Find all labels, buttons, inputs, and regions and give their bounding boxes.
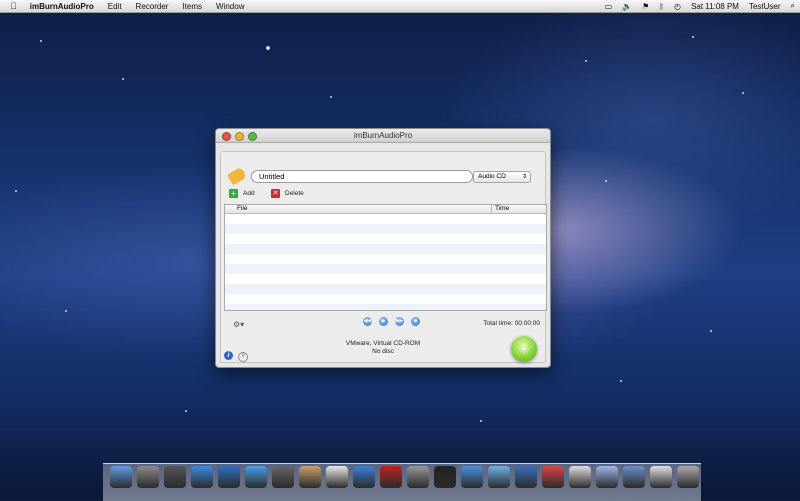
add-button[interactable]: + Add	[229, 189, 255, 198]
mission-control-icon[interactable]	[164, 466, 186, 488]
gear-icon[interactable]: ⚙▾	[233, 320, 244, 329]
address-book-icon[interactable]	[299, 466, 321, 488]
close-window-button[interactable]	[222, 132, 231, 141]
finder-icon[interactable]	[110, 466, 132, 488]
rewind-icon[interactable]: ◀◀	[363, 317, 372, 326]
downloads-icon[interactable]	[596, 466, 618, 488]
table-row[interactable]	[225, 274, 546, 284]
device-name: VMware, Virtual CD-ROM	[345, 340, 421, 347]
delete-button[interactable]: ✕ Delete	[271, 189, 304, 198]
document-icon[interactable]	[569, 466, 591, 488]
system-preferences-icon[interactable]	[407, 466, 429, 488]
photo-booth-icon[interactable]	[380, 466, 402, 488]
safari-icon[interactable]	[245, 466, 267, 488]
select-arrows-icon: ⇕	[521, 174, 527, 180]
menu-items[interactable]: Items	[175, 2, 209, 11]
project-name-field[interactable]: Untitled	[251, 170, 473, 183]
burn-button[interactable]: ✳	[511, 336, 537, 362]
menu-window[interactable]: Window	[209, 2, 251, 11]
mail-icon[interactable]	[218, 466, 240, 488]
stop-icon[interactable]: ■	[411, 317, 420, 326]
device-status: No disc	[372, 348, 394, 355]
clock[interactable]: Sat 11:08 PM	[686, 2, 744, 11]
track-table[interactable]: File Time	[224, 204, 547, 311]
apple-menu-icon[interactable]: 	[0, 1, 23, 11]
help-icon[interactable]: ?	[238, 352, 248, 362]
tag-icon	[227, 166, 247, 186]
transport-controls: ◀◀ ▶ ▶▶ ■	[363, 317, 420, 326]
activity-monitor-icon[interactable]	[488, 466, 510, 488]
facetime-icon[interactable]	[272, 466, 294, 488]
title-bar[interactable]: imBurnAudioPro	[216, 129, 550, 143]
column-time[interactable]: Time	[495, 205, 509, 213]
dock-icons	[110, 466, 699, 488]
fast-forward-icon[interactable]: ▶▶	[395, 317, 404, 326]
imburn-window: imBurnAudioPro Untitled Audio CD ⇕ + Add…	[215, 128, 551, 368]
app-menu[interactable]: imBurnAudioPro	[23, 2, 101, 11]
display-icon[interactable]: ▭	[600, 2, 618, 11]
column-divider	[491, 205, 492, 213]
play-icon[interactable]: ▶	[379, 317, 388, 326]
volume-icon[interactable]: 🔈	[617, 2, 637, 11]
spotlight-icon[interactable]: ⌕	[786, 1, 800, 11]
plus-icon: +	[229, 189, 238, 198]
burn-icon: ✳	[518, 341, 530, 357]
add-label: Add	[243, 190, 255, 197]
time-machine-icon[interactable]	[515, 466, 537, 488]
table-row[interactable]	[225, 304, 546, 310]
disc-type-value: Audio CD	[478, 173, 506, 180]
table-row[interactable]	[225, 254, 546, 264]
table-row[interactable]	[225, 234, 546, 244]
table-row[interactable]	[225, 244, 546, 254]
ical-icon[interactable]	[326, 466, 348, 488]
user-menu[interactable]: TestUser	[744, 2, 786, 11]
table-header: File Time	[225, 205, 546, 214]
table-row[interactable]	[225, 224, 546, 234]
delete-x-icon: ✕	[271, 189, 280, 198]
disc-type-select[interactable]: Audio CD ⇕	[473, 171, 531, 183]
total-time: Total time: 00:00:00	[483, 320, 540, 327]
main-panel: Untitled Audio CD ⇕ + Add ✕ Delete File …	[220, 151, 547, 363]
table-row[interactable]	[225, 214, 546, 224]
table-row[interactable]	[225, 264, 546, 274]
applications-icon[interactable]	[623, 466, 645, 488]
menu-bar:  imBurnAudioPro Edit Recorder Items Win…	[0, 0, 800, 13]
bluetooth-icon[interactable]: ᛒ	[654, 2, 669, 11]
launchpad-icon[interactable]	[137, 466, 159, 488]
menu-edit[interactable]: Edit	[101, 2, 129, 11]
itunes-icon[interactable]	[353, 466, 375, 488]
flag-icon[interactable]: ⚑	[637, 2, 654, 11]
window-title: imBurnAudioPro	[353, 131, 413, 140]
delete-label: Delete	[285, 190, 304, 197]
minimize-window-button[interactable]	[235, 132, 244, 141]
table-row[interactable]	[225, 284, 546, 294]
column-file[interactable]: File	[237, 205, 247, 213]
imburn-icon[interactable]	[542, 466, 564, 488]
zoom-window-button[interactable]	[248, 132, 257, 141]
menu-recorder[interactable]: Recorder	[129, 2, 176, 11]
xcode-icon[interactable]	[461, 466, 483, 488]
trash-icon[interactable]	[677, 466, 699, 488]
table-row[interactable]	[225, 294, 546, 304]
terminal-icon[interactable]	[434, 466, 456, 488]
time-machine-icon[interactable]: ◴	[669, 2, 686, 11]
grid-icon[interactable]	[650, 466, 672, 488]
info-icon[interactable]: i	[224, 351, 233, 360]
app-store-icon[interactable]	[191, 466, 213, 488]
